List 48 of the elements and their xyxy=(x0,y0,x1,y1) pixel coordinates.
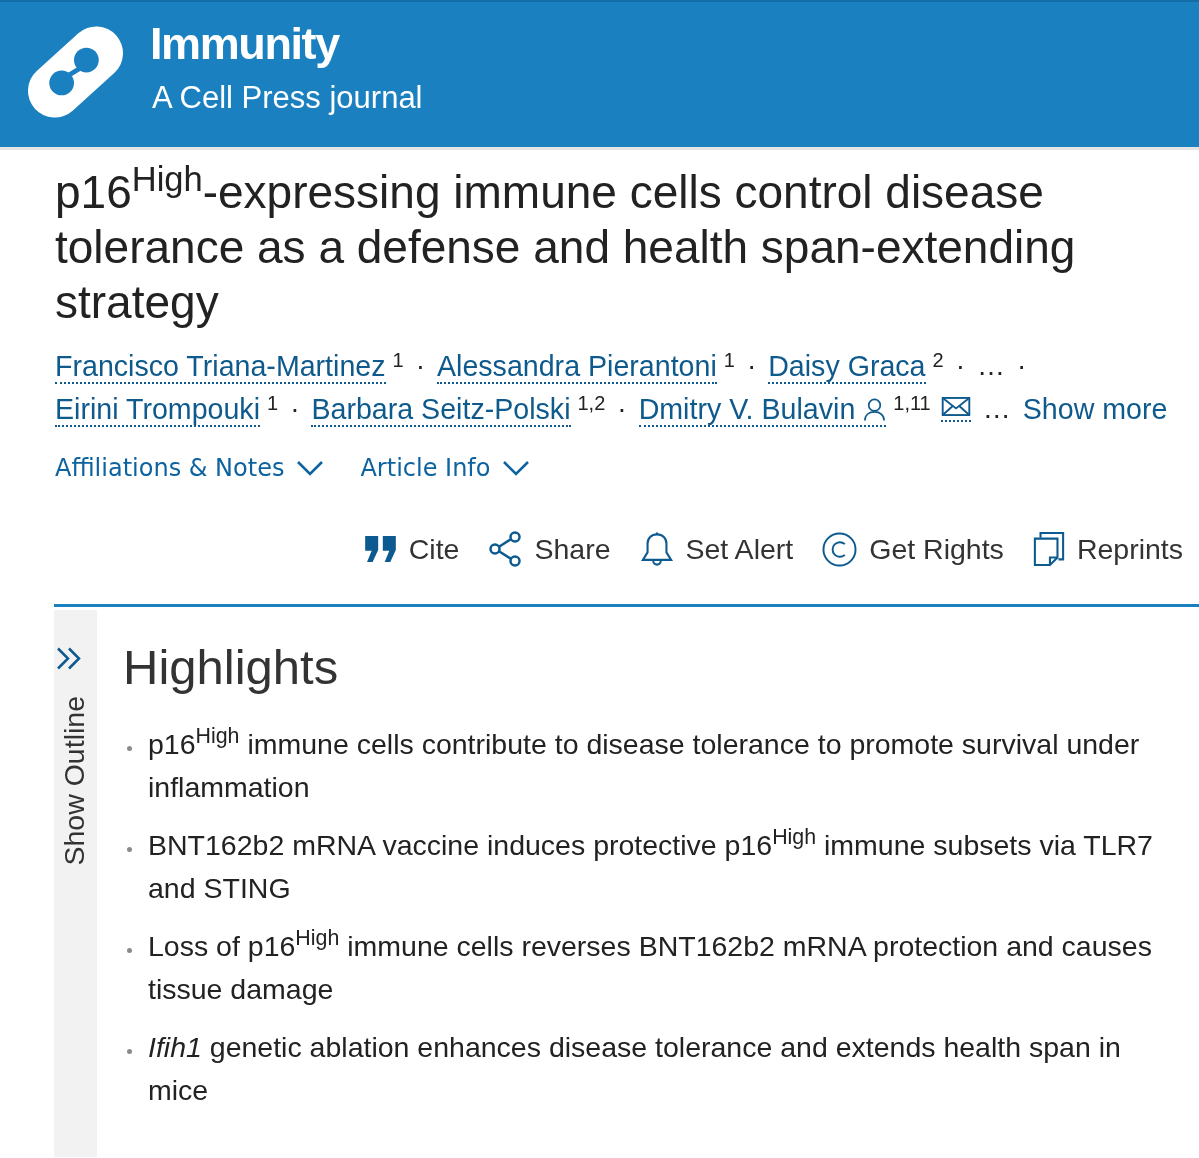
email-link[interactable] xyxy=(940,397,971,422)
affiliation-number: 1 xyxy=(723,350,735,370)
cite-button[interactable]: Cite xyxy=(363,529,460,569)
author-separator: · xyxy=(1016,350,1027,382)
journal-name: Immunity xyxy=(150,19,339,68)
author-separator: · xyxy=(746,350,757,382)
affiliation-number: 1 xyxy=(392,350,404,370)
disclosure-toggle[interactable]: Article Info xyxy=(360,451,531,485)
author-separator: · xyxy=(617,393,627,425)
affiliation-number: 1,2 xyxy=(577,393,606,413)
author-link[interactable]: Daisy Graca xyxy=(768,350,926,384)
reprints-button[interactable]: Reprints xyxy=(1032,529,1183,569)
author-link[interactable]: Eirini Trompouki xyxy=(55,393,260,427)
logo-icon xyxy=(25,24,124,120)
author-separator: · xyxy=(290,393,300,425)
affiliation-number: 2 xyxy=(932,350,944,370)
bell-icon xyxy=(639,530,674,568)
share-button[interactable]: Share xyxy=(488,529,611,569)
author-link[interactable]: Alessandra Pierantoni xyxy=(437,350,717,384)
bullet-icon xyxy=(127,847,132,852)
bullet-icon xyxy=(127,1049,132,1054)
article-title: p16$^{High}$-expressing immune cells control disease tolerance as a defense and health span-extending strategy xyxy=(55,165,1077,330)
author-separator: · xyxy=(415,350,425,382)
author-separator: · xyxy=(955,350,965,382)
bullet-icon xyxy=(127,746,132,751)
outline-toggle[interactable]: Show Outline xyxy=(58,696,90,866)
disclosure-toggle[interactable]: Affiliations & Notes xyxy=(55,451,325,485)
rights-button[interactable]: Get Rights xyxy=(822,529,1004,569)
documents-icon xyxy=(1032,530,1065,568)
quote-icon xyxy=(363,536,397,562)
author-link[interactable]: Francisco Triana-Martinez xyxy=(55,350,386,384)
ellipsis-text: … xyxy=(976,350,1005,382)
affiliation-number: 1,11 xyxy=(893,393,931,413)
double-chevron-icon[interactable] xyxy=(55,646,83,671)
share-icon xyxy=(488,531,523,567)
section-heading: Highlights xyxy=(123,639,340,696)
affiliation-number: 1 xyxy=(267,393,279,413)
person-icon xyxy=(863,397,887,421)
alert-button[interactable]: Set Alert xyxy=(639,529,794,569)
ellipsis-text: … xyxy=(982,393,1011,425)
copyright-icon xyxy=(822,531,858,567)
show-more-link[interactable]: Show more xyxy=(1022,393,1168,425)
highlight-text: Ifih1 genetic ablation enhances disease tolerance and extends health span in mice xyxy=(148,1030,1122,1108)
bullet-icon xyxy=(127,948,132,953)
envelope-icon xyxy=(940,397,971,416)
author-link[interactable]: Barbara Seitz-Polski xyxy=(311,393,571,427)
author-link[interactable]: Dmitry V. Bulavin xyxy=(638,393,887,427)
journal-tagline: A Cell Press journal xyxy=(152,80,423,116)
